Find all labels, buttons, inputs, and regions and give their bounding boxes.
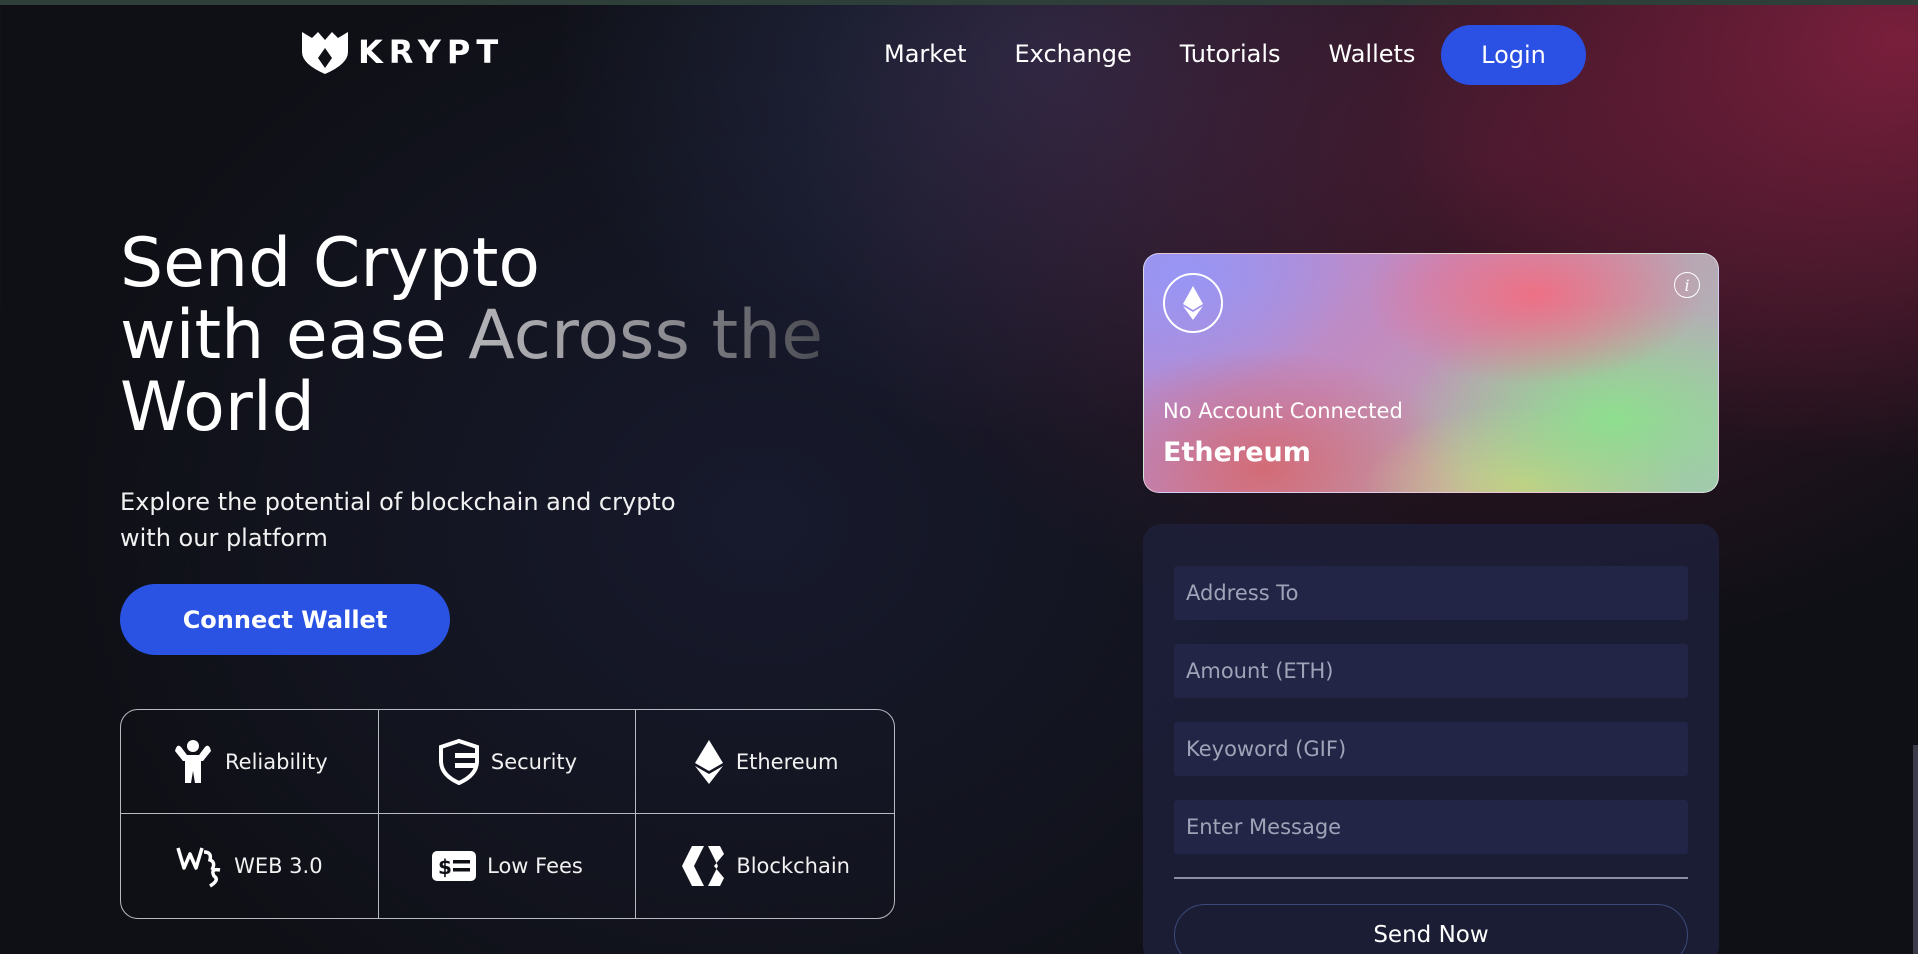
- top-border: [0, 0, 1918, 5]
- hero-title-line2a: with ease: [120, 296, 469, 375]
- nav-tutorials[interactable]: Tutorials: [1180, 40, 1281, 68]
- scrollbar-thumb[interactable]: [1913, 745, 1918, 954]
- blockchain-icon: [682, 846, 725, 886]
- nav-wallets[interactable]: Wallets: [1329, 40, 1416, 68]
- coin-name: Ethereum: [1163, 437, 1311, 468]
- feature-blockchain: Blockchain: [636, 814, 894, 918]
- shield-icon: [438, 738, 479, 785]
- strongman-icon: [175, 739, 212, 783]
- ethereum-card: i No Account Connected Ethereum: [1143, 253, 1719, 493]
- svg-text:$: $: [438, 855, 452, 879]
- features-grid: Reliability Security Ethereum WEB 3.0 $: [120, 709, 895, 919]
- nav-exchange[interactable]: Exchange: [1015, 40, 1132, 68]
- feature-security: Security: [378, 710, 637, 814]
- hero-title-line1: Send Crypto: [120, 224, 540, 303]
- hero-title-line2b: Across the: [468, 296, 824, 375]
- send-now-button[interactable]: Send Now: [1174, 904, 1688, 954]
- feature-label: Reliability: [225, 749, 328, 774]
- web3-icon: [176, 847, 221, 888]
- fox-logo-icon: [302, 32, 348, 74]
- feature-low-fees: $ Low Fees: [379, 814, 637, 918]
- send-form: Send Now: [1143, 524, 1719, 954]
- hero-subtitle: Explore the potential of blockchain and …: [120, 488, 676, 552]
- connect-wallet-button[interactable]: Connect Wallet: [120, 584, 450, 655]
- address-input[interactable]: [1174, 566, 1688, 620]
- feature-label: Ethereum: [735, 749, 839, 774]
- main-nav: Market Exchange Tutorials Wallets: [884, 40, 1415, 68]
- feature-label: Blockchain: [736, 854, 850, 878]
- message-input[interactable]: [1174, 800, 1688, 854]
- nav-market[interactable]: Market: [884, 40, 967, 68]
- info-icon[interactable]: i: [1674, 272, 1700, 298]
- feature-reliability: Reliability: [121, 710, 379, 814]
- hero-title-line3: World: [120, 368, 315, 447]
- ethereum-icon: [1183, 286, 1203, 320]
- ethereum-logo: [1163, 273, 1223, 333]
- feature-label: Low Fees: [487, 854, 583, 878]
- dollar-bill-icon: $: [432, 851, 477, 881]
- feature-ethereum: Ethereum: [636, 710, 894, 814]
- form-divider: [1174, 877, 1688, 879]
- hero-title: Send Crypto with ease Across the World: [120, 228, 823, 444]
- login-button[interactable]: Login: [1441, 25, 1586, 85]
- logo[interactable]: KRYPT: [298, 28, 504, 76]
- logo-text: KRYPT: [358, 33, 505, 71]
- amount-input[interactable]: [1174, 644, 1688, 698]
- keyword-input[interactable]: [1174, 722, 1688, 776]
- feature-label: Security: [490, 749, 578, 774]
- feature-web3: WEB 3.0: [121, 814, 379, 918]
- account-status: No Account Connected: [1163, 399, 1403, 423]
- ethereum-icon: [694, 739, 723, 784]
- feature-label: WEB 3.0: [234, 854, 323, 878]
